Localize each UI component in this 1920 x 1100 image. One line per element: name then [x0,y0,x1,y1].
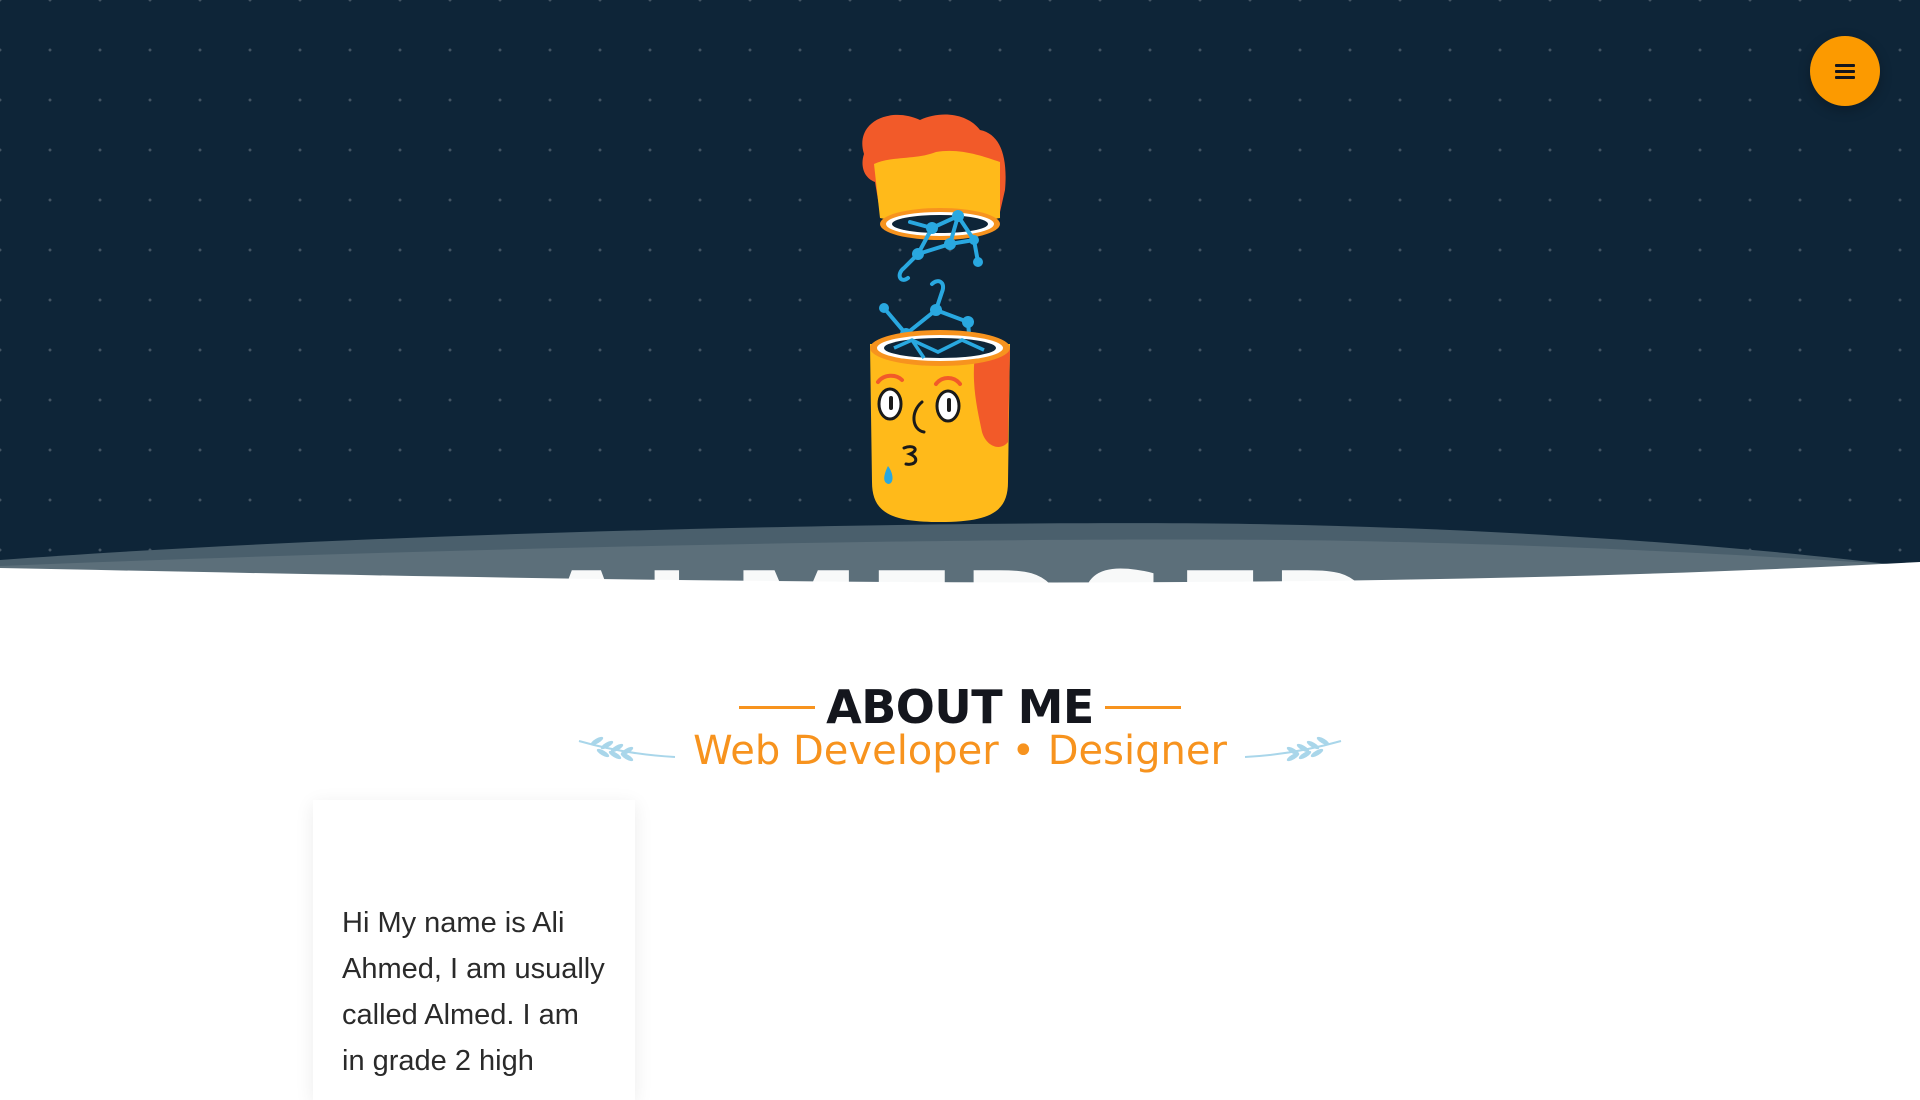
open-head-brain-network-icon [862,114,1010,522]
hamburger-menu-icon [1835,64,1855,79]
hero-wave-divider [0,523,1920,600]
menu-button[interactable] [1810,36,1880,106]
about-title: ABOUT ME [826,680,1094,734]
heading-line-left [739,705,816,709]
bio-text: Hi My name is Ali Ahmed, I am usually ca… [342,907,605,1077]
bio-card: Hi My name is Ali Ahmed, I am usually ca… [313,800,635,1100]
about-subtitle: Web Developer • Designer [0,728,1920,774]
about-heading: ABOUT ME [0,680,1920,734]
leaf-branch-right-icon [1244,736,1342,762]
heading-line-right [1104,705,1181,709]
leaf-branch-left-icon [578,736,676,762]
about-subtitle-text: Web Developer • Designer [693,728,1227,774]
hero-section: ALMEDSED [0,0,1920,600]
